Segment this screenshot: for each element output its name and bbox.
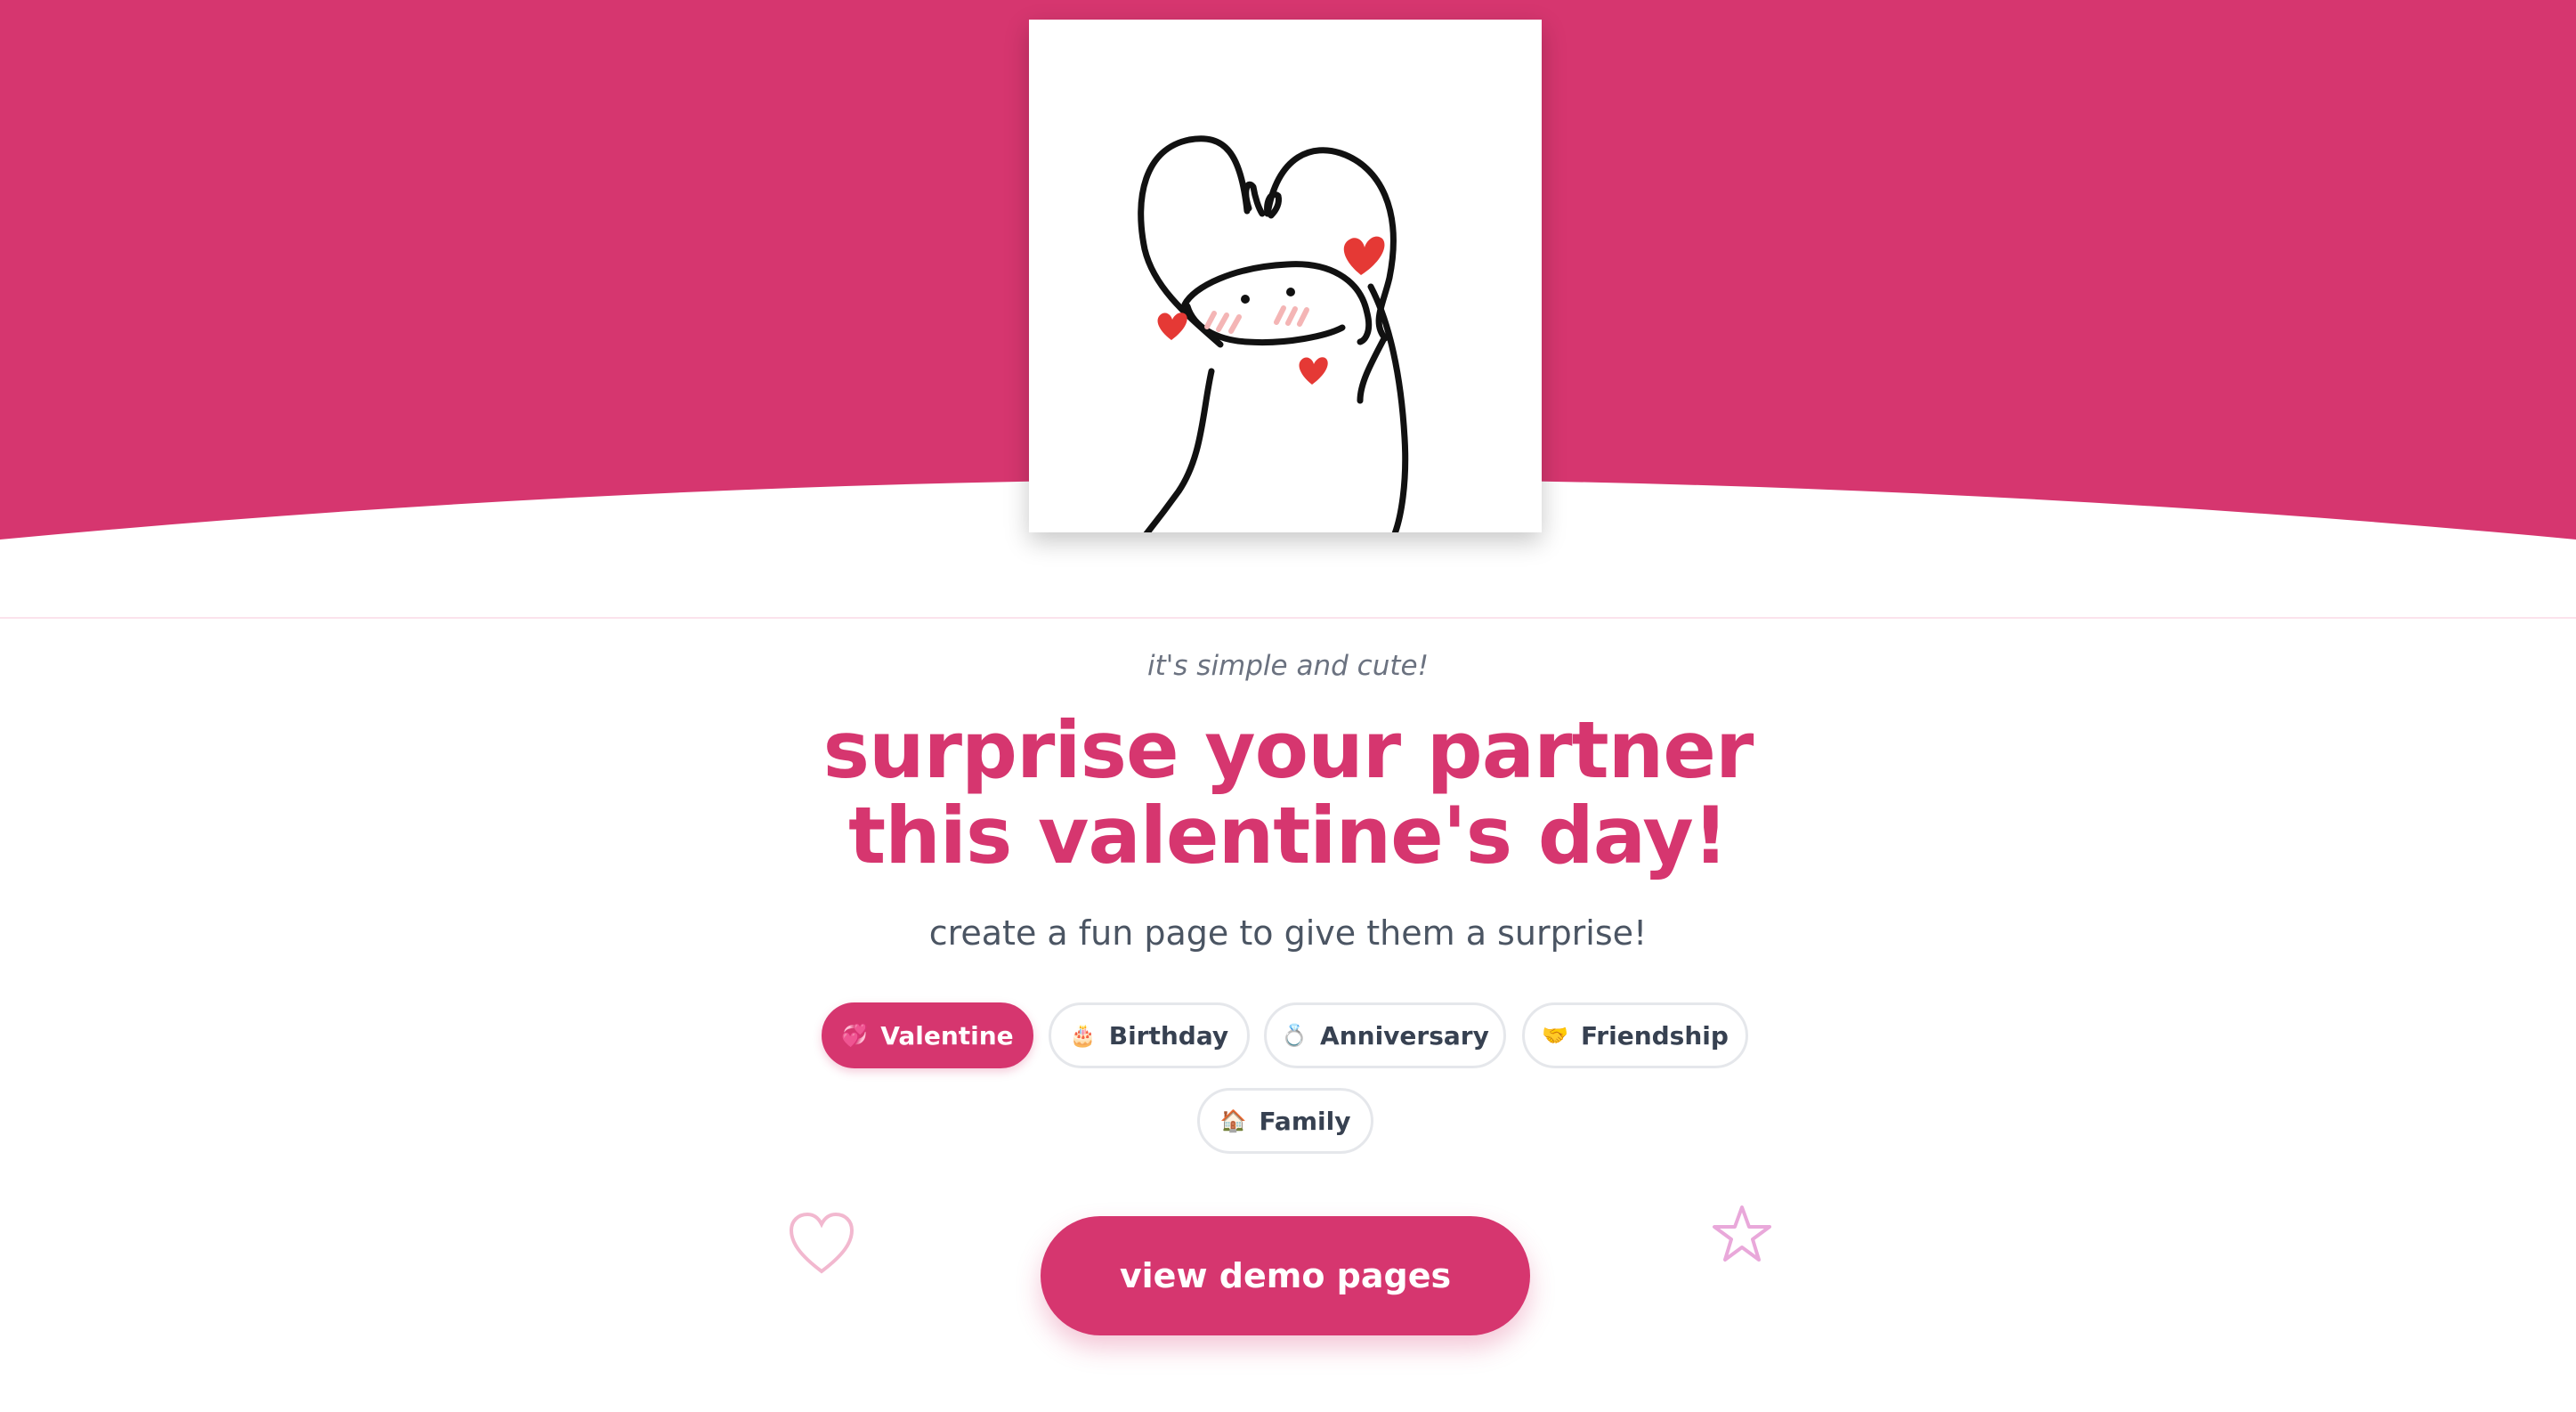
heart-outline-icon	[789, 1212, 855, 1274]
chip-valentine[interactable]: 💞 Valentine	[822, 1002, 1033, 1068]
house-icon: 🏠	[1219, 1108, 1247, 1133]
section-divider	[0, 617, 2576, 619]
chip-label: Friendship	[1580, 1020, 1729, 1051]
chip-label: Anniversary	[1320, 1020, 1489, 1051]
chip-label: Birthday	[1108, 1020, 1229, 1051]
chip-friendship[interactable]: 🤝 Friendship	[1522, 1002, 1748, 1068]
birthday-cake-icon: 🎂	[1069, 1023, 1097, 1048]
tagline: it's simple and cute!	[1147, 650, 1429, 682]
subtitle: create a fun page to give them a surpris…	[928, 913, 1648, 953]
star-outline-icon	[1713, 1205, 1771, 1262]
chip-family[interactable]: 🏠 Family	[1197, 1088, 1373, 1154]
valentine-icon: 💞	[841, 1023, 869, 1048]
chip-birthday[interactable]: 🎂 Birthday	[1049, 1002, 1250, 1068]
landing-page: it's simple and cute! surprise your part…	[0, 0, 2576, 1412]
headline-line-1: surprise your partner	[822, 704, 1754, 796]
view-demo-pages-button[interactable]: view demo pages	[1041, 1216, 1530, 1335]
chip-anniversary[interactable]: 💍 Anniversary	[1264, 1002, 1506, 1068]
chip-label: Valentine	[880, 1020, 1014, 1051]
hero-illustration-card	[1029, 20, 1542, 532]
headline-line-2: this valentine's day!	[848, 790, 1729, 881]
headline: surprise your partner this valentine's d…	[0, 708, 2576, 879]
ring-icon: 💍	[1281, 1023, 1308, 1048]
handshake-icon: 🤝	[1542, 1023, 1568, 1048]
heart-hands-illustration	[1138, 135, 1409, 532]
chip-label: Family	[1259, 1106, 1351, 1136]
